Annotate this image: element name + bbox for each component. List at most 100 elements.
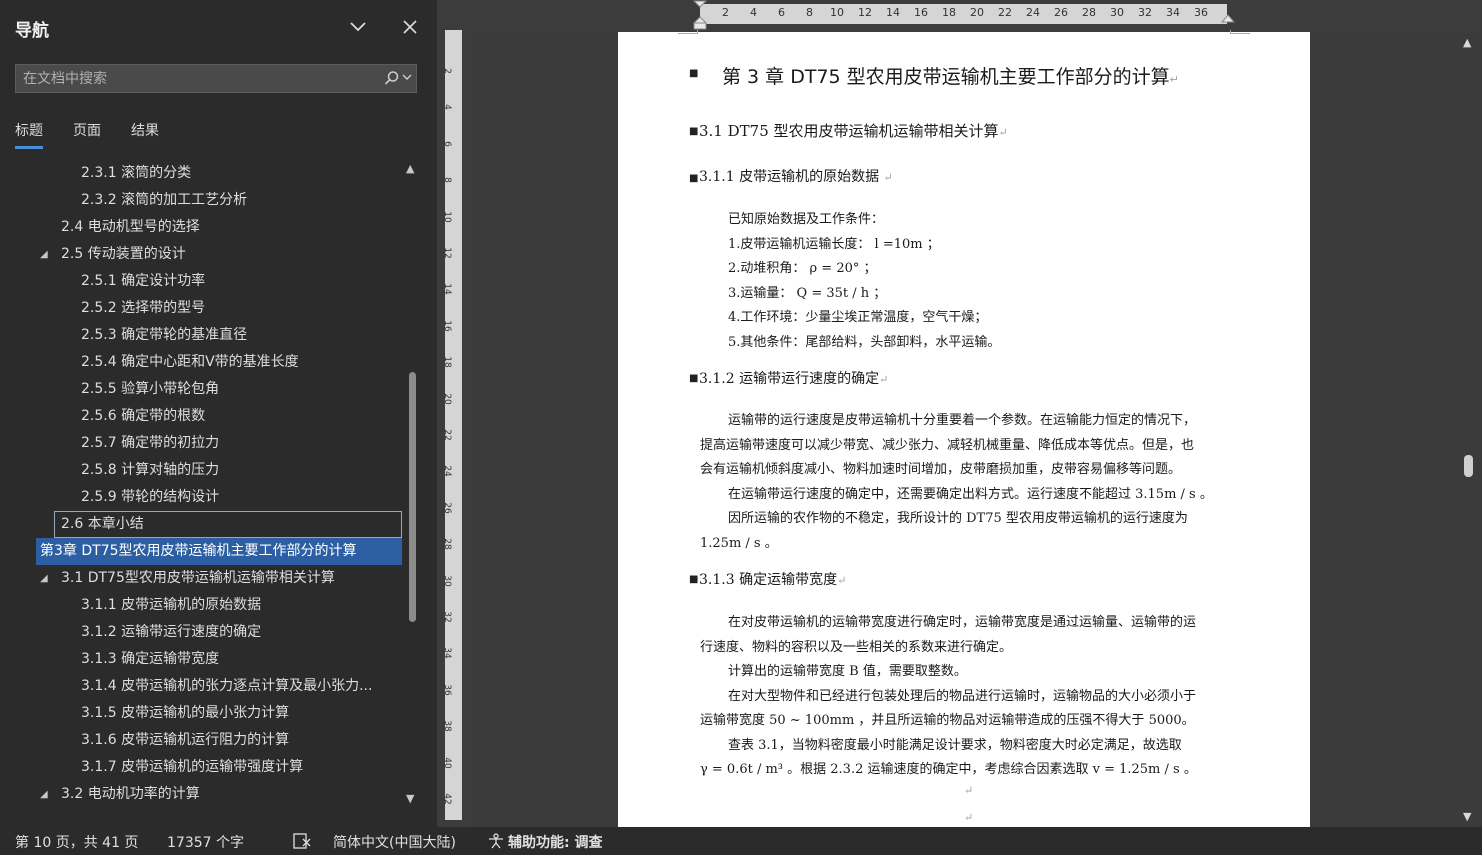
nav-heading-item[interactable]: 2.5.3 确定带轮的基准直径 — [0, 322, 405, 349]
nav-scrollbar[interactable]: ▲ ▼ — [405, 160, 419, 808]
nav-heading-label: 2.5.8 计算对轴的压力 — [81, 462, 220, 478]
nav-heading-item[interactable]: 2.3.1 滚筒的分类 — [0, 160, 405, 187]
navigation-pane: 导航 标题 页面 结果 2.3.1 滚筒的分类2.3.2 滚筒的加工工艺分析2.… — [0, 0, 437, 827]
nav-heading-item[interactable]: 2.6 本章小结 — [54, 511, 402, 538]
body-text-line: 1.皮带运输机运输长度： l =10m ； — [728, 236, 940, 252]
search-box — [15, 64, 417, 93]
horizontal-ruler[interactable]: 2 4 6 8 10 12 14 16 18 20 22 24 26 28 30 32 34 36 — [471, 0, 1482, 30]
expand-triangle-icon[interactable]: ◢ — [40, 241, 52, 268]
page-count[interactable]: 第 10 页，共 41 页 — [15, 832, 138, 852]
nav-heading-item[interactable]: 2.5.9 带轮的结构设计 — [0, 484, 405, 511]
document-canvas[interactable]: ■ 第 3 章 DT75 型农用皮带运输机主要工作部分的计算↵ ■ 3.1 DT… — [471, 30, 1456, 827]
empty-paragraph-mark: ↵ — [964, 811, 974, 824]
ruler-tick-label: 30 — [442, 574, 452, 587]
nav-heading-item[interactable]: ◢第3章 DT75型农用皮带运输机主要工作部分的计算 — [36, 538, 402, 565]
nav-heading-label: 3.2 电动机功率的计算 — [61, 786, 200, 802]
nav-heading-item[interactable]: 3.1.7 皮带运输机的运输带强度计算 — [0, 754, 405, 781]
nav-heading-item[interactable]: ◢ 2.5 传动装置的设计 — [0, 241, 405, 268]
ruler-tick-label: 14 — [442, 283, 452, 296]
proofing-icon[interactable] — [293, 833, 311, 849]
indent-marker-icon[interactable] — [692, 0, 708, 30]
nav-heading-item[interactable]: 2.5.2 选择带的型号 — [0, 295, 405, 322]
expand-triangle-icon[interactable]: ◢ — [40, 565, 52, 592]
right-indent-marker-icon[interactable] — [1220, 14, 1236, 26]
ruler-tick-label: 12 — [442, 247, 452, 259]
expand-triangle-icon[interactable]: ◢ — [40, 781, 52, 808]
nav-heading-item[interactable]: 3.1.3 确定运输带宽度 — [0, 646, 405, 673]
nav-tabs: 标题 页面 结果 — [15, 120, 189, 149]
section-heading-3-1-1: 3.1.1 皮带运输机的原始数据 ↵ — [699, 169, 893, 185]
ruler-tick-label: 12 — [858, 6, 872, 19]
ruler-tick-label: 32 — [1138, 6, 1152, 19]
search-input[interactable] — [23, 69, 373, 89]
word-count[interactable]: 17357 个字 — [167, 832, 244, 852]
body-text-line: 因所运输的农作物的不稳定，我所设计的 DT75 型农用皮带运输机的运行速度为 — [728, 511, 1188, 527]
document-scrollbar[interactable]: ▲ ▼ — [1456, 30, 1482, 827]
nav-heading-item[interactable]: 2.5.1 确定设计功率 — [0, 268, 405, 295]
ruler-tick-label: 2 — [722, 6, 729, 19]
nav-heading-item[interactable]: 2.5.8 计算对轴的压力 — [0, 457, 405, 484]
nav-scroll-thumb[interactable] — [409, 372, 416, 622]
accessibility-status[interactable]: 辅助功能: 调查 — [508, 832, 602, 852]
ruler-tick-label: 10 — [830, 6, 844, 19]
nav-heading-item[interactable]: 3.1.6 皮带运输机运行阻力的计算 — [0, 727, 405, 754]
nav-heading-item[interactable]: ◢ 3.2 电动机功率的计算 — [0, 781, 405, 808]
vertical-ruler[interactable]: 2 4 6 8 10 12 14 16 18 20 22 24 26 28 30 32 34 36 38 40 42 — [437, 0, 471, 827]
nav-heading-item[interactable]: 2.5.6 确定带的根数 — [0, 403, 405, 430]
heading-bullet-icon: ■ — [689, 126, 699, 137]
ruler-tick-label: 26 — [1054, 6, 1068, 19]
heading-bullet-icon: ■ — [689, 574, 699, 585]
body-text-line: 2.动堆积角： ρ = 20° ； — [728, 261, 877, 277]
body-text-line: 查表 3.1，当物料密度最小时能满足设计要求，物料密度大时必定满足，故选取 — [728, 737, 1182, 753]
nav-heading-item[interactable]: 2.5.7 确定带的初拉力 — [0, 430, 405, 457]
document-scroll-thumb[interactable] — [1464, 455, 1473, 477]
tab-pages[interactable]: 页面 — [73, 120, 101, 149]
body-text-line: 5.其他条件：尾部给料，头部卸料，水平运输。 — [728, 335, 1001, 350]
close-icon — [403, 20, 417, 34]
body-text-line: 在对大型物件和已经进行包装处理后的物品进行运输时，运输物品的大小必须小于 — [728, 688, 1197, 704]
body-text-line: 运输带宽度 50 ~ 100mm ，并且所运输的物品对运输带造成的压强不得大于 … — [700, 713, 1195, 728]
ruler-tick-label: 22 — [442, 429, 452, 441]
chapter-heading: 第 3 章 DT75 型农用皮带运输机主要工作部分的计算↵ — [722, 66, 1179, 88]
nav-close-button[interactable] — [398, 14, 422, 40]
ruler-tick-label: 30 — [1110, 6, 1124, 19]
ruler-tick-label: 10 — [442, 210, 452, 223]
ruler-tick-label: 40 — [442, 756, 452, 769]
body-text-line: 4.工作环境：少量尘埃正常温度，空气干燥； — [728, 310, 988, 326]
nav-heading-label: 2.5.4 确定中心距和V带的基准长度 — [81, 354, 299, 370]
scroll-up-icon[interactable]: ▲ — [1463, 36, 1471, 49]
nav-heading-item[interactable]: 2.3.2 滚筒的加工工艺分析 — [0, 187, 405, 214]
nav-heading-item[interactable]: ◢ 3.1 DT75型农用皮带运输机运输带相关计算 — [0, 565, 405, 592]
nav-heading-label: 2.5 传动装置的设计 — [61, 246, 186, 262]
nav-heading-item[interactable]: 3.1.1 皮带运输机的原始数据 — [0, 592, 405, 619]
tab-results[interactable]: 结果 — [131, 120, 159, 149]
nav-heading-label: 2.5.6 确定带的根数 — [81, 408, 206, 424]
nav-heading-label: 3.1.1 皮带运输机的原始数据 — [81, 597, 262, 613]
nav-heading-item[interactable]: 3.1.2 运输带运行速度的确定 — [0, 619, 405, 646]
nav-heading-item[interactable]: 2.5.5 验算小带轮包角 — [0, 376, 405, 403]
nav-heading-item[interactable]: 2.5.4 确定中心距和V带的基准长度 — [0, 349, 405, 376]
tab-headings[interactable]: 标题 — [15, 120, 43, 149]
section-heading-3-1-3: 3.1.3 确定运输带宽度↵ — [699, 572, 847, 588]
nav-heading-label: 2.5.3 确定带轮的基准直径 — [81, 327, 248, 343]
nav-heading-item[interactable]: 3.1.4 皮带运输机的张力逐点计算及最小张力... — [0, 673, 405, 700]
search-options-chevron-icon[interactable] — [402, 72, 412, 82]
heading-bullet-icon: ■ — [689, 173, 699, 184]
language-indicator[interactable]: 简体中文(中国大陆) — [333, 832, 456, 852]
accessibility-icon[interactable] — [487, 833, 505, 849]
body-text-line: 运输带的运行速度是皮带运输机十分重要着一个参数。在运输能力恒定的情况下， — [728, 413, 1197, 428]
scroll-up-icon[interactable]: ▲ — [406, 162, 414, 175]
nav-options-button[interactable] — [346, 14, 370, 40]
scroll-down-icon[interactable]: ▼ — [406, 792, 414, 805]
ruler-tick-label: 4 — [750, 6, 757, 19]
document-page[interactable]: ■ 第 3 章 DT75 型农用皮带运输机主要工作部分的计算↵ ■ 3.1 DT… — [618, 30, 1310, 827]
ruler-tick-label: 34 — [1166, 6, 1180, 19]
nav-heading-item[interactable]: 2.4 电动机型号的选择 — [0, 214, 405, 241]
nav-heading-label: 3.1.2 运输带运行速度的确定 — [81, 624, 262, 640]
nav-heading-label: 第3章 DT75型农用皮带运输机主要工作部分的计算 — [40, 543, 357, 559]
nav-pane-title: 导航 — [15, 21, 49, 41]
nav-heading-item[interactable]: 3.1.5 皮带运输机的最小张力计算 — [0, 700, 405, 727]
search-icon[interactable] — [384, 70, 400, 86]
ruler-tick-label: 16 — [442, 320, 452, 332]
scroll-down-icon[interactable]: ▼ — [1463, 810, 1471, 823]
